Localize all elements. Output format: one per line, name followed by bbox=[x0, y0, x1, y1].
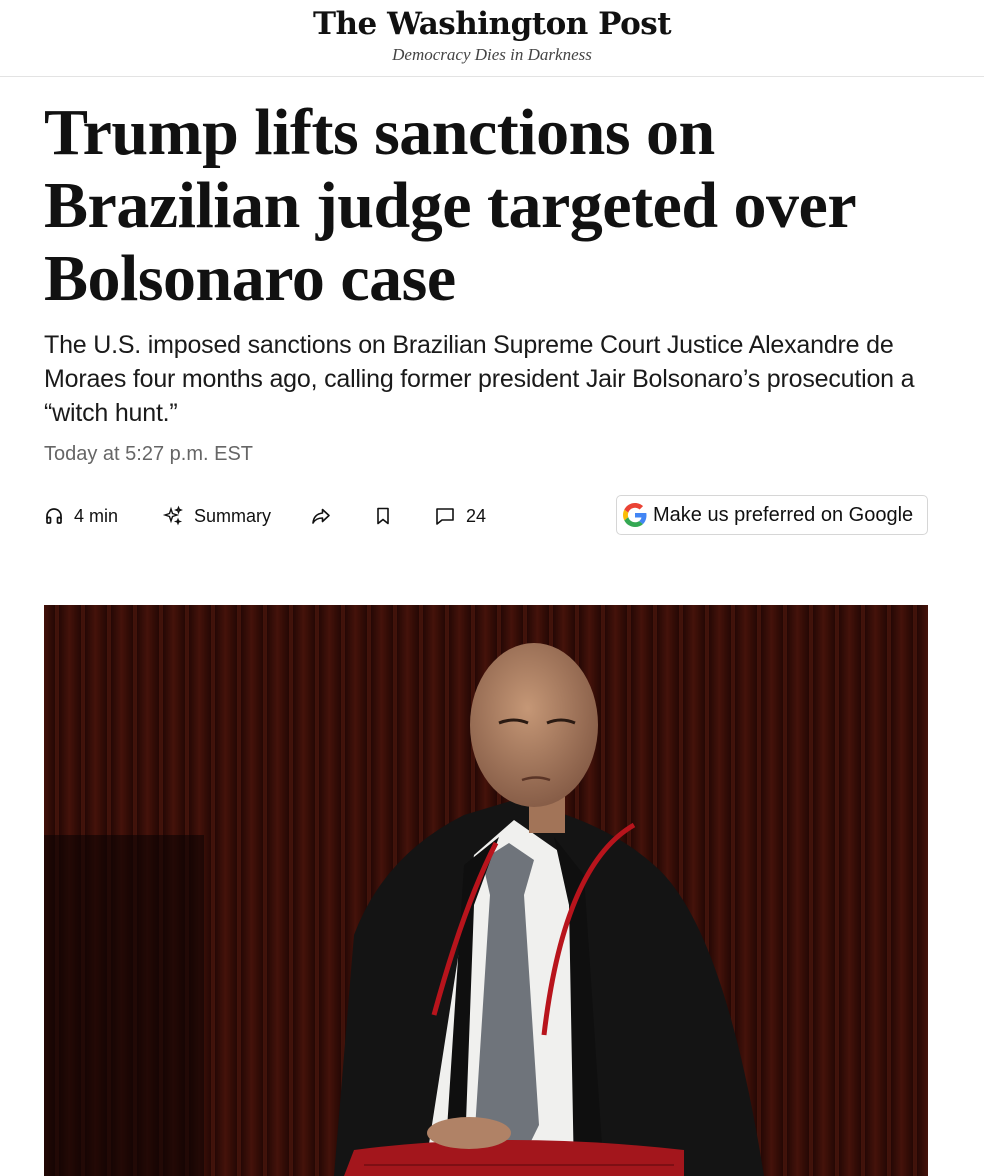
comment-icon bbox=[434, 505, 456, 527]
site-tagline: Democracy Dies in Darkness bbox=[392, 45, 592, 64]
summary-label: Summary bbox=[194, 505, 272, 526]
preferred-on-google-button[interactable]: Make us preferred on Google bbox=[616, 495, 928, 535]
article-subheadline: The U.S. imposed sanctions on Brazilian … bbox=[44, 331, 915, 427]
masthead: The Washington Post Democracy Dies in Da… bbox=[0, 0, 984, 77]
headphones-icon bbox=[44, 506, 64, 526]
article-headline: Trump lifts sanctions on Brazilian judge… bbox=[44, 96, 855, 315]
save-button[interactable] bbox=[374, 495, 392, 537]
article-toolbar: 4 min Summary 24 Make us preferred on Go… bbox=[44, 495, 928, 537]
comments-count: 24 bbox=[466, 505, 487, 526]
share-button[interactable] bbox=[310, 495, 332, 537]
bookmark-icon bbox=[374, 506, 392, 526]
comments-button[interactable]: 24 bbox=[434, 495, 486, 537]
article-timestamp: Today at 5:27 p.m. EST bbox=[44, 443, 253, 465]
article-hero-photo bbox=[44, 605, 928, 1176]
preferred-on-google-label: Make us preferred on Google bbox=[653, 503, 914, 526]
listen-duration: 4 min bbox=[74, 505, 119, 526]
listen-button[interactable]: 4 min bbox=[44, 495, 118, 537]
share-icon bbox=[310, 505, 332, 527]
sparkle-icon bbox=[162, 505, 184, 527]
google-g-icon bbox=[623, 503, 647, 527]
summary-button[interactable]: Summary bbox=[162, 495, 271, 537]
site-logo[interactable]: The Washington Post bbox=[0, 6, 984, 42]
